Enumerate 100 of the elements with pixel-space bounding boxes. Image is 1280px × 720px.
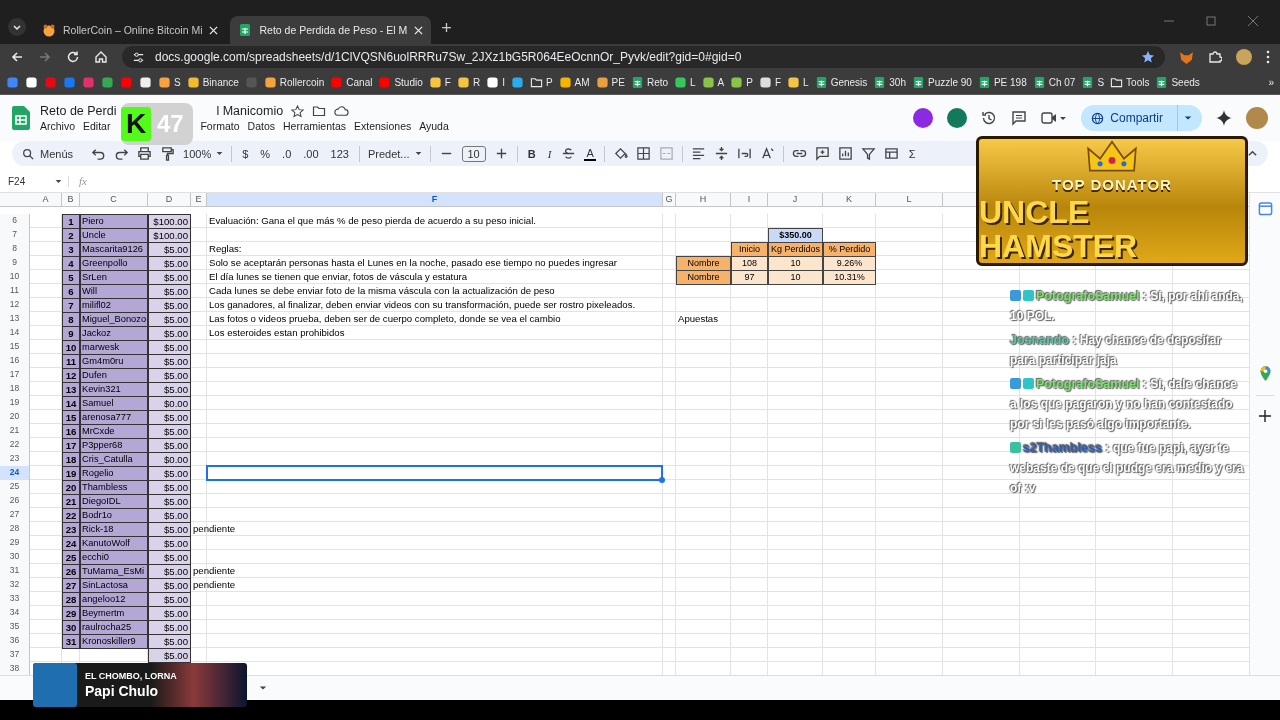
toolbar-button[interactable]: % xyxy=(258,147,273,160)
star-icon[interactable] xyxy=(1141,50,1155,64)
folder-icon[interactable] xyxy=(312,104,327,118)
plus-icon[interactable] xyxy=(1259,410,1271,422)
paint-roller-icon[interactable] xyxy=(160,146,176,161)
column-header[interactable]: B xyxy=(62,193,80,206)
bookmark[interactable]: S xyxy=(158,75,181,89)
bookmark[interactable]: Genesis xyxy=(814,75,868,89)
bookmark[interactable]: Rollercoin xyxy=(263,75,325,89)
menu-item[interactable]: Editar xyxy=(83,120,111,132)
menu-item[interactable]: Datos xyxy=(247,120,275,132)
bookmark[interactable]: A xyxy=(701,75,725,89)
bookmark[interactable]: Studio xyxy=(378,75,423,89)
table-icon[interactable] xyxy=(883,146,899,161)
column-header[interactable]: I xyxy=(731,193,768,206)
selected-cell[interactable] xyxy=(206,465,663,481)
bookmark[interactable]: Canal xyxy=(330,75,373,89)
align-left-icon[interactable] xyxy=(690,146,706,161)
bookmark[interactable]: AM xyxy=(558,75,590,89)
bookmark[interactable]: PE xyxy=(595,75,625,89)
bookmark[interactable]: PE 198 xyxy=(977,75,1027,89)
browser-tab[interactable]: Reto de Perdida de Peso - El M xyxy=(230,16,432,44)
strikethrough-icon[interactable] xyxy=(561,146,577,161)
more-icon[interactable] xyxy=(1266,50,1270,64)
toolbar-button[interactable]: I xyxy=(545,147,554,160)
borders-icon[interactable] xyxy=(635,146,651,161)
add-comment-icon[interactable] xyxy=(814,146,830,161)
browser-tab[interactable]: RollerCoin – Online Bitcoin Mi xyxy=(34,16,227,44)
bookmark[interactable]: Puzzle 90 xyxy=(912,75,972,89)
map-pin-icon[interactable] xyxy=(1259,366,1271,381)
merge-cells-icon[interactable] xyxy=(658,146,674,161)
document-title[interactable]: l Manicomio xyxy=(216,104,284,118)
bookmark[interactable]: 30h xyxy=(873,75,906,89)
column-header[interactable]: G xyxy=(663,193,676,206)
puzzle-icon[interactable] xyxy=(1208,50,1222,64)
bookmark[interactable]: F xyxy=(758,75,782,89)
profile-avatar[interactable] xyxy=(1236,49,1252,65)
column-header[interactable]: J xyxy=(768,193,823,206)
menu-item[interactable]: Formato xyxy=(200,120,240,132)
address-field[interactable]: docs.google.com/spreadsheets/d/1ClVQSN6uolRRRu7Sw_2JXz1bG5R064EeOcnnOr_Pyvk/edit?gid=0#gid=0 xyxy=(122,46,1165,68)
toolbar-button[interactable]: .00 xyxy=(301,147,321,160)
user-avatar[interactable] xyxy=(1246,107,1268,129)
bookmark[interactable]: L xyxy=(787,75,809,89)
toolbar-dropdown[interactable]: Predet... xyxy=(367,147,422,160)
site-settings-icon[interactable] xyxy=(132,50,145,64)
column-header[interactable]: H xyxy=(676,193,731,206)
chart-icon[interactable] xyxy=(837,146,853,161)
star-icon[interactable] xyxy=(291,104,305,118)
toolbar-button[interactable]: 123 xyxy=(328,147,351,160)
bookmark[interactable] xyxy=(25,75,38,89)
filter-icon[interactable] xyxy=(860,146,876,161)
extension-avatar[interactable] xyxy=(947,108,968,128)
toolbar-button[interactable]: $ xyxy=(240,147,251,160)
home-icon[interactable] xyxy=(94,50,108,64)
fox-icon[interactable] xyxy=(1179,49,1194,65)
calendar-icon[interactable] xyxy=(1257,201,1273,216)
bookmark[interactable]: Tools xyxy=(1110,75,1150,89)
column-header[interactable]: F xyxy=(207,193,663,206)
toolbar-button[interactable]: Σ xyxy=(906,147,918,160)
font-size-field[interactable]: 10 xyxy=(461,145,486,162)
more-bookmarks-button[interactable]: » xyxy=(1268,76,1274,88)
menu-item[interactable]: Archivo xyxy=(40,120,75,132)
restore-icon[interactable] xyxy=(1206,16,1216,26)
toolbar-button[interactable]: B xyxy=(525,147,538,160)
comment-icon[interactable] xyxy=(1011,110,1028,126)
bookmark[interactable]: S xyxy=(1081,75,1105,89)
toolbar-button[interactable]: A xyxy=(584,146,596,161)
bookmark[interactable]: F xyxy=(428,75,451,89)
caret-icon[interactable] xyxy=(259,684,267,692)
sparkle-icon[interactable] xyxy=(1216,110,1232,126)
paint-bucket-icon[interactable] xyxy=(612,146,628,161)
menu-search-field[interactable]: Menús xyxy=(22,147,84,160)
bookmark[interactable] xyxy=(139,75,152,89)
new-tab-button[interactable]: + xyxy=(441,18,452,39)
vertical-align-icon[interactable] xyxy=(713,146,729,161)
tab-search-button[interactable] xyxy=(8,18,26,36)
bookmark[interactable]: Seeds xyxy=(1155,75,1200,89)
toolbar-dropdown[interactable]: 100% xyxy=(183,147,224,160)
menu-item[interactable]: Extensiones xyxy=(354,120,412,132)
text-wrap-icon[interactable] xyxy=(736,146,752,161)
column-header[interactable]: C xyxy=(80,193,148,206)
row-header[interactable]: 38 xyxy=(0,662,30,675)
collapse-icon[interactable] xyxy=(1247,148,1258,159)
menu-item[interactable]: Ayuda xyxy=(419,120,449,132)
document-title[interactable]: Reto de Perdi xyxy=(40,104,117,118)
back-icon[interactable] xyxy=(10,50,24,64)
history-icon[interactable] xyxy=(981,110,998,126)
toolbar-button[interactable]: .0 xyxy=(280,147,294,160)
bookmark[interactable]: I xyxy=(486,75,505,89)
column-header[interactable]: L xyxy=(876,193,943,206)
share-button[interactable]: Compartir xyxy=(1081,105,1202,131)
column-header[interactable]: D xyxy=(148,193,191,206)
name-box[interactable]: F24 xyxy=(8,175,69,187)
bookmark[interactable]: L xyxy=(674,75,696,89)
text-rotation-icon[interactable] xyxy=(759,146,775,161)
sheets-logo-icon[interactable] xyxy=(12,106,30,130)
menu-item[interactable]: Herramientas xyxy=(283,120,346,132)
column-header[interactable]: A xyxy=(30,193,62,206)
bookmark[interactable]: Ch 07 xyxy=(1032,75,1076,89)
print-icon[interactable] xyxy=(137,146,153,161)
